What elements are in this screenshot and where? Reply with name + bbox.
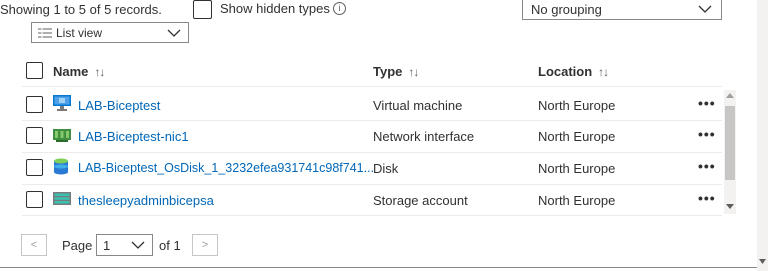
more-actions-button[interactable]: ••• [698,158,716,174]
grouping-dropdown[interactable]: No grouping [522,0,722,20]
bottom-divider [0,267,757,268]
table-row[interactable]: LAB-Biceptest-nic1 Network interface Nor… [0,120,722,152]
column-header-name[interactable]: Name ↑↓ [53,64,105,79]
view-value: List view [56,25,103,40]
list-icon [38,27,52,38]
scroll-down-icon[interactable] [726,204,734,210]
sort-icon: ↑↓ [94,65,105,79]
resource-name-link[interactable]: LAB-Biceptest_OsDisk_1_3232efea931741c98… [78,161,374,175]
column-header-type-label: Type [373,64,403,79]
resource-location: North Europe [538,129,616,144]
resource-location: North Europe [538,161,616,176]
row-divider [22,215,722,216]
scrollbar-thumb[interactable] [725,106,735,180]
row-checkbox[interactable] [26,191,43,208]
page-value: 1 [103,237,111,253]
chevron-down-icon [167,29,181,37]
header-divider [22,86,722,87]
virtual-machine-icon [53,95,71,111]
scroll-down-icon[interactable] [759,259,766,265]
column-header-type[interactable]: Type ↑↓ [373,64,419,79]
more-actions-button[interactable]: ••• [698,190,716,206]
row-checkbox[interactable] [26,96,43,113]
next-page-button[interactable]: > [192,234,218,256]
page-scrollbar[interactable] [757,0,768,271]
resource-type: Disk [373,161,399,176]
resource-name-link[interactable]: thesleepyadminbicepsa [78,193,214,208]
scroll-up-icon[interactable] [726,92,734,98]
show-hidden-types-label: Show hidden types [220,1,330,16]
info-icon[interactable]: i [333,2,346,15]
table-row[interactable]: LAB-Biceptest Virtual machine North Euro… [0,89,722,121]
chevron-down-icon [131,241,145,249]
column-header-location[interactable]: Location ↑↓ [538,64,609,79]
resource-type: Virtual machine [373,98,463,113]
page-count: of 1 [159,238,181,253]
page-dropdown[interactable]: 1 [96,234,153,256]
network-interface-icon [53,129,71,142]
disk-icon [54,158,68,175]
table-scrollbar[interactable] [724,90,736,214]
table-row[interactable]: LAB-Biceptest_OsDisk_1_3232efea931741c98… [0,152,722,184]
resource-name-link[interactable]: LAB-Biceptest-nic1 [78,129,189,144]
resource-location: North Europe [538,193,616,208]
column-header-location-label: Location [538,64,593,79]
view-dropdown[interactable]: List view [31,22,189,43]
table-row[interactable]: thesleepyadminbicepsa Storage account No… [0,184,722,216]
row-checkbox[interactable] [26,127,43,144]
grouping-value: No grouping [531,1,602,17]
storage-account-icon [53,192,71,205]
page-label: Page [62,238,93,253]
resource-type: Storage account [373,193,468,208]
more-actions-button[interactable]: ••• [698,95,716,111]
show-hidden-types-checkbox[interactable] [193,0,212,19]
previous-page-button[interactable]: < [21,234,47,256]
row-checkbox[interactable] [26,159,43,176]
more-actions-button[interactable]: ••• [698,126,716,142]
records-count: Showing 1 to 5 of 5 records. [0,2,162,17]
resource-location: North Europe [538,98,616,113]
sort-icon: ↑↓ [598,65,609,79]
column-header-name-label: Name [53,64,89,79]
select-all-checkbox[interactable] [26,62,43,79]
sort-icon: ↑↓ [408,65,419,79]
resource-name-link[interactable]: LAB-Biceptest [78,98,160,113]
chevron-down-icon [698,5,712,13]
resource-type: Network interface [373,129,475,144]
